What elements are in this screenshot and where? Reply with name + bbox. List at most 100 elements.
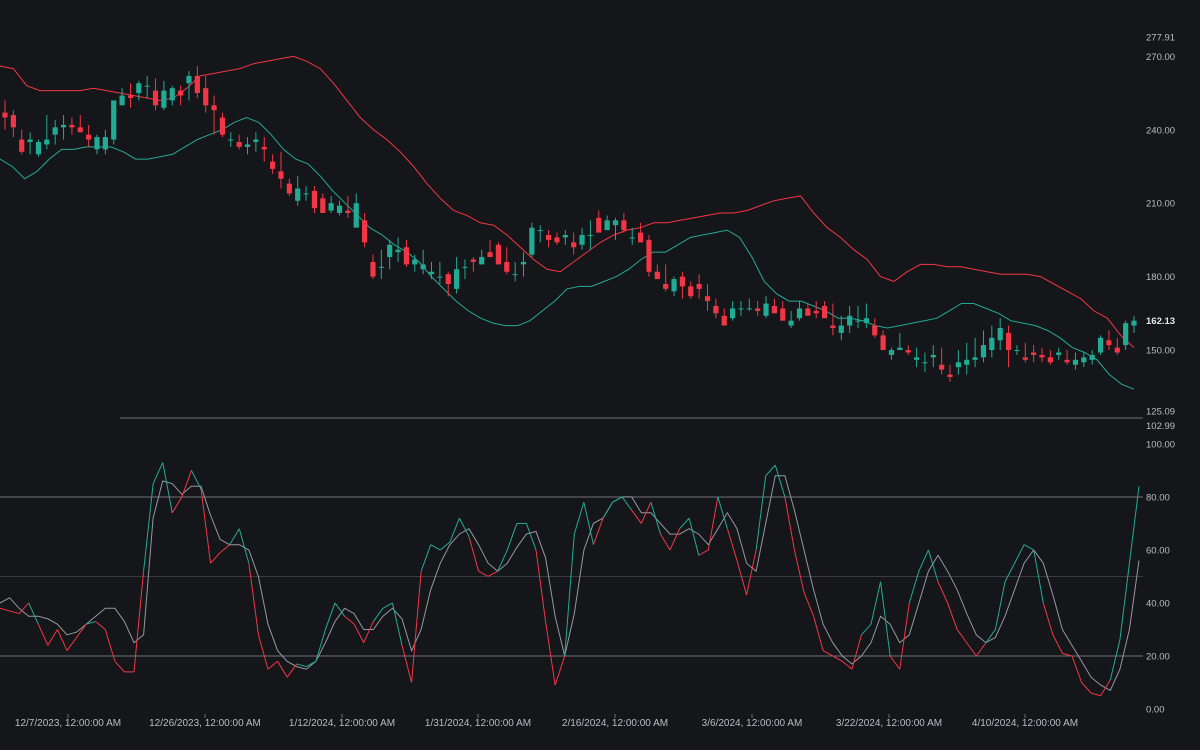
candle xyxy=(261,137,267,162)
stoch-k-segment xyxy=(870,581,882,625)
price-tick-label: 180.00 xyxy=(1146,272,1175,283)
candle xyxy=(980,330,987,363)
stoch-k-segment xyxy=(506,523,518,551)
candle-body xyxy=(236,142,242,147)
stoch-k-segment xyxy=(612,496,623,503)
stoch-k-segment xyxy=(564,534,575,657)
stoch-k-segment xyxy=(937,581,949,604)
candle xyxy=(955,350,961,375)
stoch-k-segment xyxy=(219,544,231,553)
stock-chart[interactable]: 277.91 270.00 240.00 210.00 180.00 150.00 125.… xyxy=(0,0,1200,750)
candle xyxy=(236,134,242,150)
candle-body xyxy=(44,139,50,145)
candle xyxy=(94,134,100,155)
stoch-k-segment xyxy=(1071,655,1083,683)
candle-body xyxy=(654,271,660,280)
candle xyxy=(69,117,75,135)
stoch-k-segment xyxy=(947,602,958,630)
candle-body xyxy=(646,239,652,272)
candle xyxy=(805,303,811,316)
stoch-k-segment xyxy=(525,523,537,551)
candle xyxy=(755,301,761,316)
candle-body xyxy=(838,325,844,333)
candle xyxy=(2,100,8,130)
candle xyxy=(529,222,535,258)
x-axis-date-label: 3/6/2024, 12:00:00 AM xyxy=(702,718,803,729)
candle-body xyxy=(863,318,869,324)
candle-body xyxy=(77,127,83,133)
candle xyxy=(454,257,460,294)
stoch-k-segment xyxy=(908,571,920,604)
candle xyxy=(863,303,869,329)
stoch-k-segment xyxy=(545,621,556,686)
stoch-k-segment xyxy=(832,655,843,662)
stoch-k-segment xyxy=(889,655,901,670)
candle xyxy=(44,115,50,150)
stoch-k-segment xyxy=(66,637,77,651)
candle xyxy=(738,301,744,316)
candle-body xyxy=(353,203,359,228)
candle-body xyxy=(930,354,936,358)
candle-body xyxy=(671,279,677,292)
candle xyxy=(77,115,83,133)
candle xyxy=(1123,320,1129,351)
candle xyxy=(1131,315,1137,333)
candle xyxy=(621,212,627,233)
candle xyxy=(495,242,502,265)
candle xyxy=(704,283,711,311)
candle-body xyxy=(479,257,485,265)
candle-body xyxy=(847,315,853,326)
stoch-tick-label: 80.00 xyxy=(1146,492,1170,503)
candle xyxy=(136,80,142,101)
candle-body xyxy=(253,139,259,143)
candle-body xyxy=(612,220,619,226)
candle xyxy=(997,318,1003,351)
candle-body xyxy=(955,362,961,368)
candle-body xyxy=(830,325,836,329)
candle-body xyxy=(1022,357,1028,360)
candle xyxy=(303,186,309,201)
stoch-k-segment xyxy=(28,602,39,625)
stoch-k-segment xyxy=(688,518,700,556)
candle-body xyxy=(997,328,1003,341)
candle xyxy=(1081,352,1087,368)
stoch-k-segment xyxy=(344,615,355,625)
candle-body xyxy=(403,247,410,265)
stoch-k-segment xyxy=(621,496,633,511)
candle-body xyxy=(964,359,970,365)
candle xyxy=(587,220,593,250)
candle-body xyxy=(1031,352,1037,355)
stoch-k-segment xyxy=(1081,682,1092,694)
candle-body xyxy=(186,75,192,84)
candle-body xyxy=(261,146,267,150)
candle xyxy=(721,308,727,326)
x-axis-date-label: 1/12/2024, 12:00:00 AM xyxy=(289,718,395,729)
stoch-k-segment xyxy=(210,552,221,564)
candle xyxy=(939,347,945,375)
stoch-k-segment xyxy=(583,502,594,545)
candle-body xyxy=(144,85,150,87)
candle-body xyxy=(587,235,593,237)
candle-body xyxy=(362,220,368,243)
stoch-k-segment xyxy=(726,528,738,561)
stoch-k-segment xyxy=(1014,544,1025,564)
stoch-k-segment xyxy=(736,560,748,596)
candle xyxy=(387,239,393,270)
candle-body xyxy=(211,105,217,111)
candle-body xyxy=(27,139,33,143)
candle xyxy=(554,232,560,245)
stoch-k-segment xyxy=(1052,634,1063,654)
stoch-k-segment xyxy=(411,571,422,683)
stoch-k-segment xyxy=(458,517,470,537)
candle xyxy=(688,281,694,299)
candle xyxy=(629,227,635,245)
candle-body xyxy=(805,308,811,316)
stoch-k-segment xyxy=(631,509,642,524)
candle-body xyxy=(554,237,560,243)
candle xyxy=(1114,337,1120,355)
candle-body xyxy=(295,188,301,201)
candle xyxy=(930,345,936,368)
candle-body xyxy=(855,320,861,322)
stoch-k-segment xyxy=(793,549,805,593)
candle xyxy=(336,200,343,216)
